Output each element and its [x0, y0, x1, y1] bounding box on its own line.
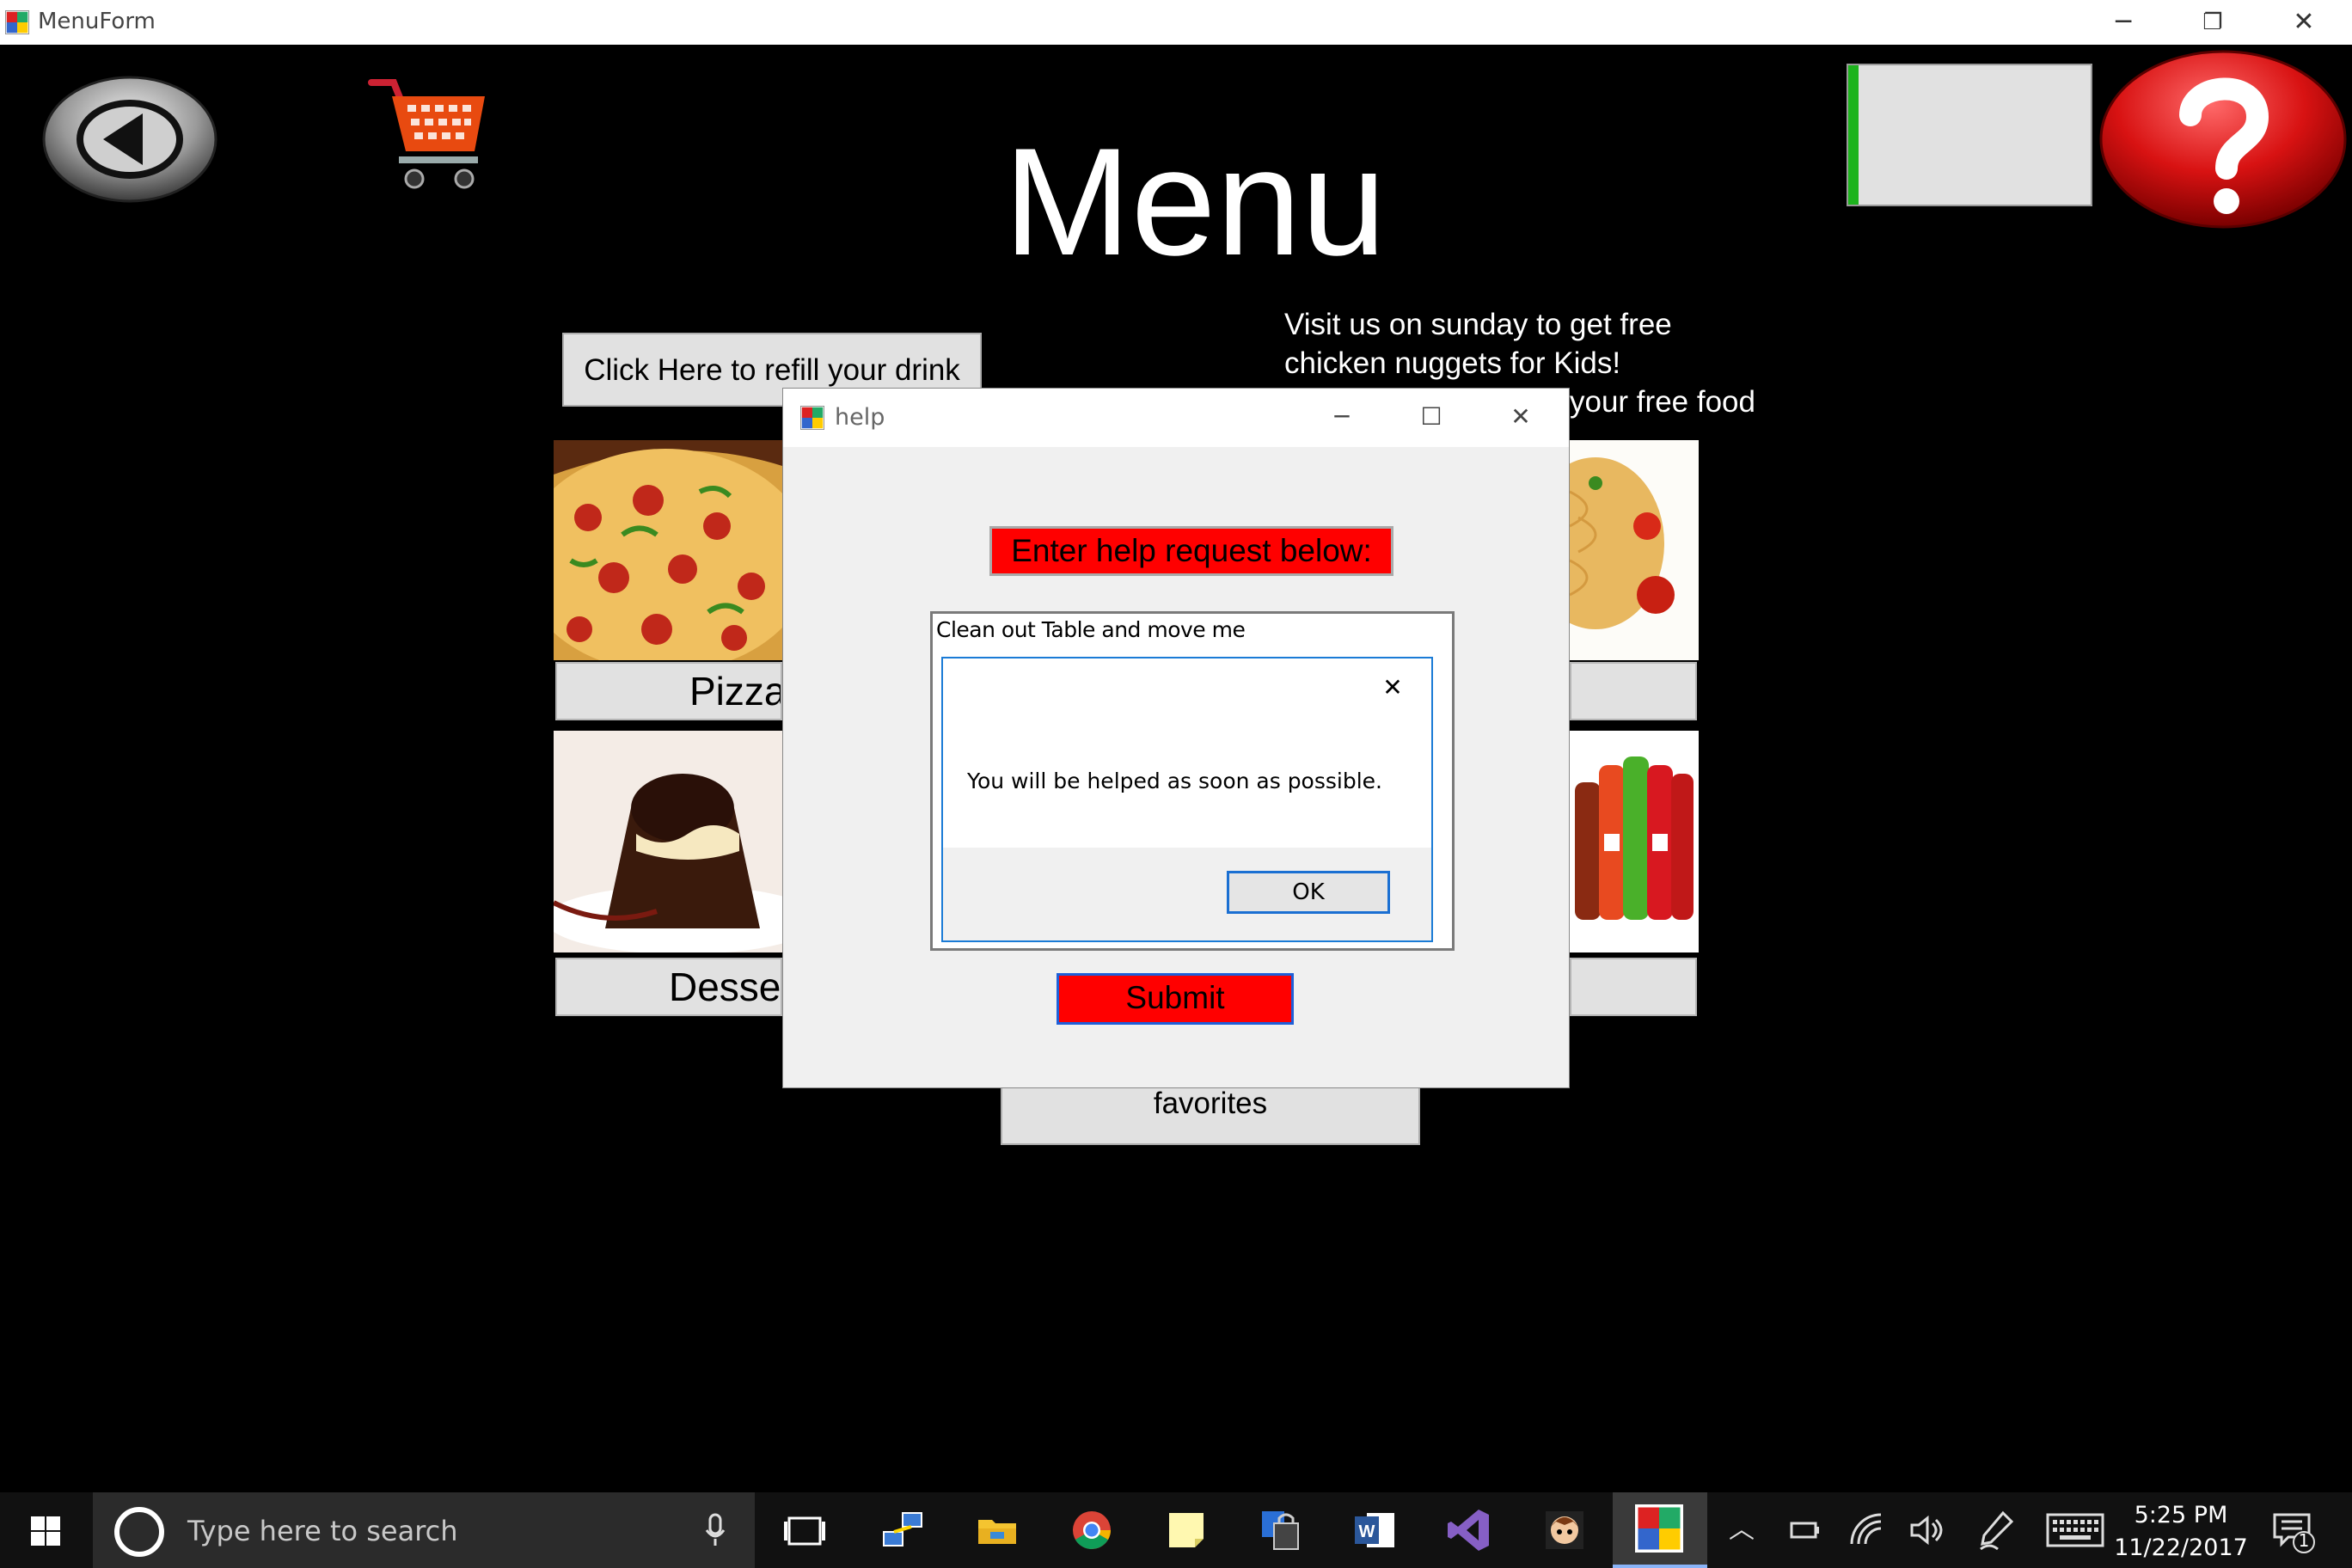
minimize-button[interactable]: ─ — [2080, 3, 2166, 41]
notification-count-badge: 1 — [2298, 1530, 2310, 1551]
clock-date: 11/22/2017 — [2114, 1534, 2248, 1561]
chrome-icon[interactable] — [1066, 1504, 1118, 1556]
network-app-icon[interactable] — [877, 1504, 928, 1556]
show-hidden-icons-chevron-icon[interactable]: ︿ — [1723, 1513, 1761, 1547]
pizza-category-button[interactable]: Pizza — [555, 662, 782, 720]
svg-text:W: W — [1359, 1522, 1375, 1541]
app-icon — [800, 406, 824, 430]
help-dialog-titlebar: help ─ ☐ ✕ — [783, 389, 1569, 447]
close-button[interactable]: ✕ — [2261, 3, 2347, 41]
windows-logo-icon — [31, 1516, 60, 1546]
drinks-category-button[interactable] — [1570, 958, 1697, 1016]
submit-button[interactable]: Submit — [1057, 973, 1294, 1025]
clock-time: 5:25 PM — [2134, 1502, 2228, 1528]
file-explorer-icon[interactable] — [971, 1504, 1023, 1556]
help-request-text: Clean out Table and move me — [936, 617, 1246, 642]
visual-studio-icon[interactable] — [1444, 1504, 1496, 1556]
window-title: MenuForm — [38, 9, 156, 34]
dessert-image[interactable] — [554, 731, 782, 952]
sticky-notes-icon[interactable] — [1161, 1504, 1212, 1556]
dessert-category-button[interactable]: Desse — [555, 958, 782, 1016]
word-icon[interactable]: W — [1350, 1504, 1401, 1556]
message-box-content — [943, 658, 1431, 848]
wifi-icon[interactable] — [1848, 1511, 1886, 1549]
back-arrow-icon[interactable] — [41, 74, 218, 205]
taskbar-active-app[interactable] — [1613, 1492, 1707, 1568]
ok-button[interactable]: OK — [1227, 871, 1390, 914]
game-app-icon[interactable] — [1539, 1504, 1590, 1556]
favorites-button[interactable]: favorites — [1001, 1088, 1420, 1145]
task-view-icon[interactable] — [779, 1504, 830, 1556]
message-box-close-button[interactable]: ✕ — [1371, 671, 1414, 705]
pen-ink-icon[interactable] — [1977, 1510, 2015, 1551]
security-app-icon[interactable] — [1255, 1504, 1307, 1556]
drinks-image[interactable] — [1570, 731, 1699, 952]
promo-line-1: Visit us on sunday to get free — [1284, 308, 1672, 341]
taskbar-clock[interactable]: 5:25 PM 11/22/2017 — [2108, 1499, 2254, 1565]
help-minimize-button[interactable]: ─ — [1299, 395, 1385, 438]
volume-icon[interactable] — [1908, 1513, 1946, 1547]
page-title: Menu — [1003, 116, 1387, 287]
promo-line-2: chicken nuggets for Kids! — [1284, 346, 1621, 380]
status-green-bar — [1848, 65, 1859, 205]
window-titlebar: MenuForm ─ ❐ ✕ — [0, 0, 2352, 45]
status-panel — [1847, 64, 2092, 206]
help-prompt-label: Enter help request below: — [989, 526, 1393, 576]
taskbar: Type here to search W ︿ 5:25 PM 11/22/20… — [0, 1492, 2352, 1568]
help-question-icon[interactable] — [2098, 48, 2352, 230]
help-dialog: help ─ ☐ ✕ Enter help request below: Cle… — [782, 388, 1570, 1088]
pizza-image[interactable] — [554, 440, 782, 660]
shopping-cart-icon[interactable] — [368, 74, 488, 193]
message-box-text: You will be helped as soon as possible. — [967, 769, 1382, 793]
pasta-category-button[interactable] — [1570, 662, 1697, 720]
battery-icon[interactable] — [1788, 1516, 1822, 1544]
menuform-app-icon — [1635, 1504, 1683, 1553]
pasta-image[interactable] — [1570, 440, 1699, 660]
search-placeholder: Type here to search — [187, 1515, 458, 1547]
start-button[interactable] — [0, 1492, 93, 1568]
help-close-button[interactable]: ✕ — [1478, 395, 1564, 438]
restore-button[interactable]: ❐ — [2170, 3, 2256, 41]
help-maximize-button[interactable]: ☐ — [1388, 395, 1474, 438]
touch-keyboard-icon[interactable] — [2046, 1511, 2104, 1549]
message-box: ✕ You will be helped as soon as possible… — [941, 657, 1433, 942]
app-icon — [5, 10, 29, 34]
help-dialog-title: help — [835, 404, 885, 431]
taskbar-search-box[interactable]: Type here to search — [93, 1492, 755, 1568]
cortana-icon — [114, 1507, 164, 1557]
microphone-icon[interactable] — [705, 1513, 726, 1547]
